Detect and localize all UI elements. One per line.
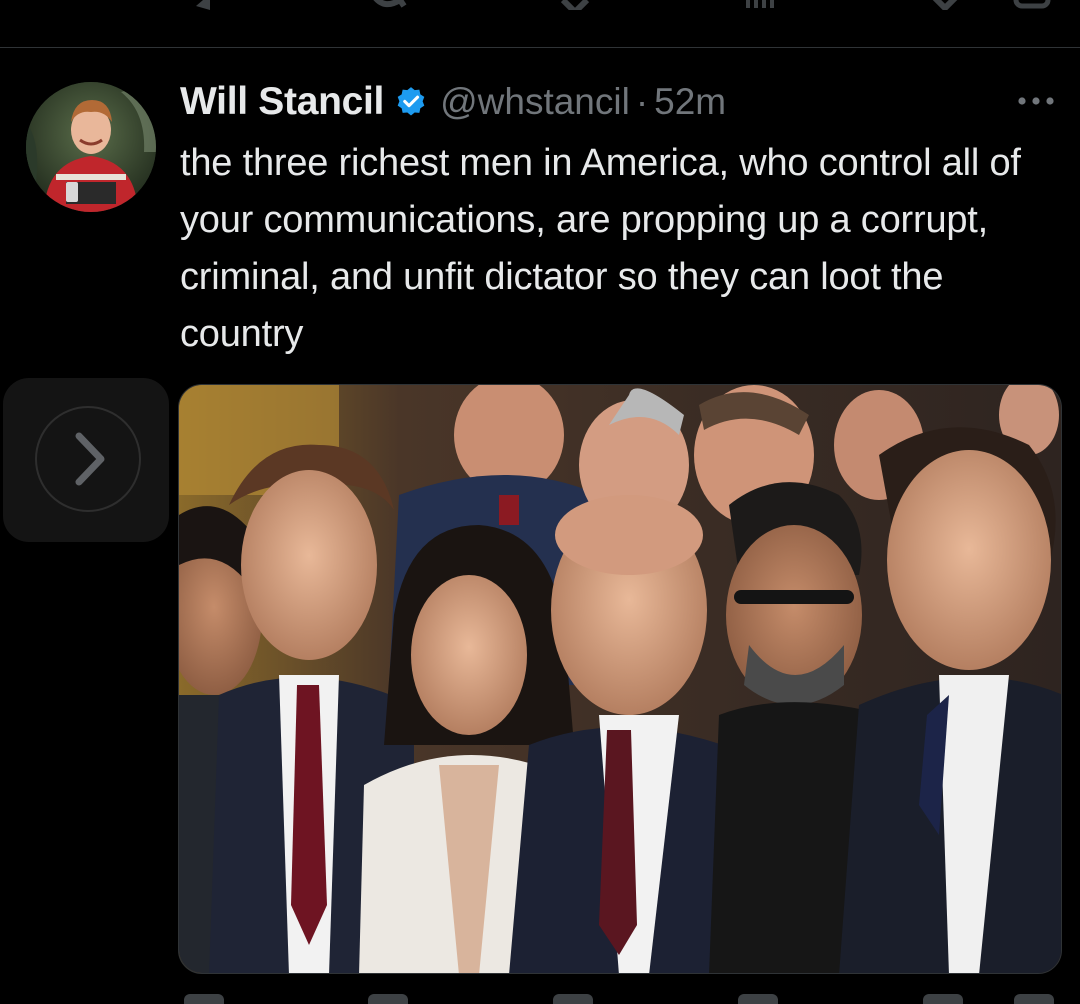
separator-dot: · <box>635 81 649 122</box>
timestamp[interactable]: 52m <box>654 81 726 123</box>
previous-tweet-actions <box>0 0 1080 46</box>
next-button[interactable] <box>3 378 169 542</box>
verified-badge-icon <box>397 87 425 116</box>
like-icon[interactable] <box>555 0 595 10</box>
tweet-text: the three richest men in America, who co… <box>180 142 1021 355</box>
retweet-icon[interactable] <box>368 994 408 1004</box>
share-icon[interactable] <box>1012 0 1052 10</box>
reply-icon[interactable] <box>190 0 230 10</box>
more-options-icon[interactable] <box>1014 86 1058 116</box>
tweet-header: Will Stancil @whstancil · 52m <box>180 78 726 126</box>
bookmark-icon[interactable] <box>923 994 963 1004</box>
avatar[interactable] <box>26 82 156 212</box>
chevron-right-icon <box>75 432 105 486</box>
author-name[interactable]: Will Stancil <box>180 80 384 124</box>
views-icon[interactable] <box>738 994 778 1004</box>
views-icon[interactable] <box>740 0 780 10</box>
share-icon[interactable] <box>1014 994 1054 1004</box>
tweet-media-photo[interactable] <box>178 384 1062 974</box>
timeline: Will Stancil @whstancil · 52m the three … <box>0 0 1080 1004</box>
retweet-icon[interactable] <box>370 0 410 10</box>
like-icon[interactable] <box>553 994 593 1004</box>
reply-icon[interactable] <box>184 994 224 1004</box>
author-handle[interactable]: @whstancil <box>440 81 630 123</box>
bookmark-icon[interactable] <box>925 0 965 10</box>
tweet-actions <box>178 994 1062 1004</box>
tweet-divider <box>0 47 1080 48</box>
